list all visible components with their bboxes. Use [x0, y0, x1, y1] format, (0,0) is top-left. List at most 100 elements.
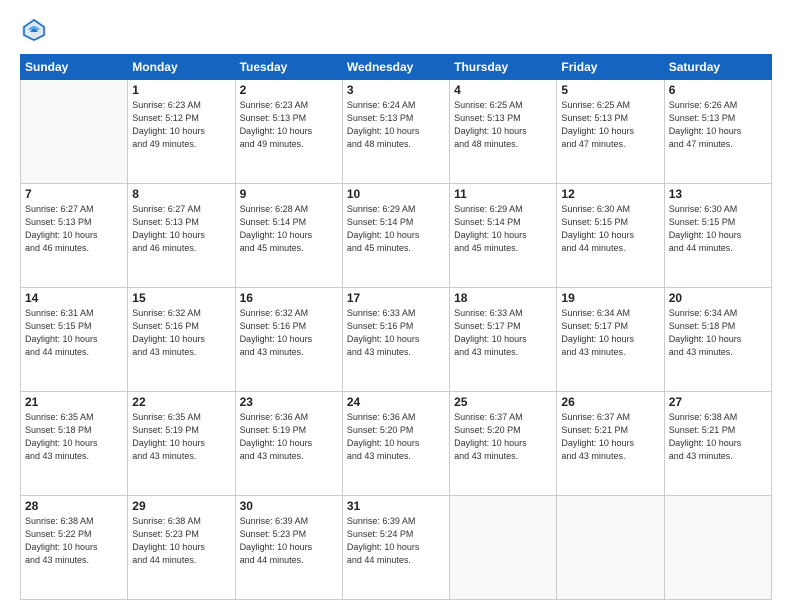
calendar-week-2: 7 Sunrise: 6:27 AM Sunset: 5:13 PM Daylig…	[21, 184, 772, 288]
calendar-cell: 18 Sunrise: 6:33 AM Sunset: 5:17 PM Dayli…	[450, 288, 557, 392]
day-number: 11	[454, 187, 552, 201]
day-number: 5	[561, 83, 659, 97]
calendar-cell: 22 Sunrise: 6:35 AM Sunset: 5:19 PM Dayli…	[128, 392, 235, 496]
day-number: 4	[454, 83, 552, 97]
day-info: Sunrise: 6:25 AM Sunset: 5:13 PM Dayligh…	[454, 99, 552, 151]
day-number: 8	[132, 187, 230, 201]
day-info: Sunrise: 6:29 AM Sunset: 5:14 PM Dayligh…	[347, 203, 445, 255]
day-number: 14	[25, 291, 123, 305]
day-info: Sunrise: 6:34 AM Sunset: 5:18 PM Dayligh…	[669, 307, 767, 359]
calendar-cell: 9 Sunrise: 6:28 AM Sunset: 5:14 PM Daylig…	[235, 184, 342, 288]
day-number: 7	[25, 187, 123, 201]
day-number: 18	[454, 291, 552, 305]
day-number: 25	[454, 395, 552, 409]
day-number: 26	[561, 395, 659, 409]
calendar-cell: 21 Sunrise: 6:35 AM Sunset: 5:18 PM Dayli…	[21, 392, 128, 496]
day-number: 22	[132, 395, 230, 409]
calendar-week-1: 1 Sunrise: 6:23 AM Sunset: 5:12 PM Daylig…	[21, 80, 772, 184]
day-info: Sunrise: 6:23 AM Sunset: 5:13 PM Dayligh…	[240, 99, 338, 151]
day-info: Sunrise: 6:38 AM Sunset: 5:21 PM Dayligh…	[669, 411, 767, 463]
weekday-header-row: SundayMondayTuesdayWednesdayThursdayFrid…	[21, 55, 772, 80]
calendar-cell: 26 Sunrise: 6:37 AM Sunset: 5:21 PM Dayli…	[557, 392, 664, 496]
calendar-cell	[21, 80, 128, 184]
day-number: 20	[669, 291, 767, 305]
weekday-header-tuesday: Tuesday	[235, 55, 342, 80]
day-number: 13	[669, 187, 767, 201]
weekday-header-saturday: Saturday	[664, 55, 771, 80]
day-info: Sunrise: 6:36 AM Sunset: 5:20 PM Dayligh…	[347, 411, 445, 463]
calendar-cell: 1 Sunrise: 6:23 AM Sunset: 5:12 PM Daylig…	[128, 80, 235, 184]
calendar-cell: 29 Sunrise: 6:38 AM Sunset: 5:23 PM Dayli…	[128, 496, 235, 600]
calendar-week-5: 28 Sunrise: 6:38 AM Sunset: 5:22 PM Dayli…	[21, 496, 772, 600]
day-info: Sunrise: 6:35 AM Sunset: 5:19 PM Dayligh…	[132, 411, 230, 463]
calendar-cell: 17Sunrise: 6:33 AM Sunset: 5:16 PM Dayli…	[342, 288, 449, 392]
calendar-cell: 24 Sunrise: 6:36 AM Sunset: 5:20 PM Dayli…	[342, 392, 449, 496]
day-info: Sunrise: 6:26 AM Sunset: 5:13 PM Dayligh…	[669, 99, 767, 151]
day-number: 24	[347, 395, 445, 409]
day-number: 28	[25, 499, 123, 513]
day-number: 10	[347, 187, 445, 201]
day-number: 6	[669, 83, 767, 97]
calendar-cell: 23Sunrise: 6:36 AM Sunset: 5:19 PM Dayli…	[235, 392, 342, 496]
calendar-cell: 8Sunrise: 6:27 AM Sunset: 5:13 PM Daylig…	[128, 184, 235, 288]
day-info: Sunrise: 6:23 AM Sunset: 5:12 PM Dayligh…	[132, 99, 230, 151]
day-info: Sunrise: 6:35 AM Sunset: 5:18 PM Dayligh…	[25, 411, 123, 463]
calendar-cell: 13Sunrise: 6:30 AM Sunset: 5:15 PM Dayli…	[664, 184, 771, 288]
day-number: 15	[132, 291, 230, 305]
calendar-cell: 4 Sunrise: 6:25 AM Sunset: 5:13 PM Daylig…	[450, 80, 557, 184]
day-number: 21	[25, 395, 123, 409]
weekday-header-wednesday: Wednesday	[342, 55, 449, 80]
calendar-cell: 31 Sunrise: 6:39 AM Sunset: 5:24 PM Dayli…	[342, 496, 449, 600]
day-info: Sunrise: 6:38 AM Sunset: 5:23 PM Dayligh…	[132, 515, 230, 567]
calendar-cell: 11 Sunrise: 6:29 AM Sunset: 5:14 PM Dayli…	[450, 184, 557, 288]
day-info: Sunrise: 6:29 AM Sunset: 5:14 PM Dayligh…	[454, 203, 552, 255]
day-info: Sunrise: 6:39 AM Sunset: 5:24 PM Dayligh…	[347, 515, 445, 567]
calendar-cell: 2Sunrise: 6:23 AM Sunset: 5:13 PM Daylig…	[235, 80, 342, 184]
day-number: 27	[669, 395, 767, 409]
day-number: 9	[240, 187, 338, 201]
day-number: 29	[132, 499, 230, 513]
calendar-cell: 28 Sunrise: 6:38 AM Sunset: 5:22 PM Dayli…	[21, 496, 128, 600]
day-info: Sunrise: 6:34 AM Sunset: 5:17 PM Dayligh…	[561, 307, 659, 359]
weekday-header-monday: Monday	[128, 55, 235, 80]
calendar-cell: 12Sunrise: 6:30 AM Sunset: 5:15 PM Dayli…	[557, 184, 664, 288]
day-info: Sunrise: 6:25 AM Sunset: 5:13 PM Dayligh…	[561, 99, 659, 151]
calendar-cell: 16 Sunrise: 6:32 AM Sunset: 5:16 PM Dayli…	[235, 288, 342, 392]
calendar-cell	[664, 496, 771, 600]
day-number: 17	[347, 291, 445, 305]
day-info: Sunrise: 6:28 AM Sunset: 5:14 PM Dayligh…	[240, 203, 338, 255]
day-info: Sunrise: 6:33 AM Sunset: 5:17 PM Dayligh…	[454, 307, 552, 359]
header	[20, 16, 772, 44]
day-info: Sunrise: 6:32 AM Sunset: 5:16 PM Dayligh…	[240, 307, 338, 359]
day-number: 23	[240, 395, 338, 409]
day-info: Sunrise: 6:27 AM Sunset: 5:13 PM Dayligh…	[25, 203, 123, 255]
logo-icon	[20, 16, 48, 44]
day-number: 16	[240, 291, 338, 305]
day-info: Sunrise: 6:31 AM Sunset: 5:15 PM Dayligh…	[25, 307, 123, 359]
weekday-header-thursday: Thursday	[450, 55, 557, 80]
day-number: 31	[347, 499, 445, 513]
day-number: 19	[561, 291, 659, 305]
calendar-cell: 25Sunrise: 6:37 AM Sunset: 5:20 PM Dayli…	[450, 392, 557, 496]
day-number: 30	[240, 499, 338, 513]
calendar-table: SundayMondayTuesdayWednesdayThursdayFrid…	[20, 54, 772, 600]
calendar-cell: 14 Sunrise: 6:31 AM Sunset: 5:15 PM Dayli…	[21, 288, 128, 392]
day-info: Sunrise: 6:37 AM Sunset: 5:21 PM Dayligh…	[561, 411, 659, 463]
calendar-cell: 3Sunrise: 6:24 AM Sunset: 5:13 PM Daylig…	[342, 80, 449, 184]
weekday-header-sunday: Sunday	[21, 55, 128, 80]
weekday-header-friday: Friday	[557, 55, 664, 80]
day-number: 1	[132, 83, 230, 97]
calendar-cell: 6 Sunrise: 6:26 AM Sunset: 5:13 PM Daylig…	[664, 80, 771, 184]
day-info: Sunrise: 6:39 AM Sunset: 5:23 PM Dayligh…	[240, 515, 338, 567]
calendar-cell: 19 Sunrise: 6:34 AM Sunset: 5:17 PM Dayli…	[557, 288, 664, 392]
day-info: Sunrise: 6:38 AM Sunset: 5:22 PM Dayligh…	[25, 515, 123, 567]
calendar-cell: 20 Sunrise: 6:34 AM Sunset: 5:18 PM Dayli…	[664, 288, 771, 392]
page: SundayMondayTuesdayWednesdayThursdayFrid…	[0, 0, 792, 612]
calendar-cell: 10 Sunrise: 6:29 AM Sunset: 5:14 PM Dayli…	[342, 184, 449, 288]
calendar-cell	[557, 496, 664, 600]
calendar-cell	[450, 496, 557, 600]
day-info: Sunrise: 6:24 AM Sunset: 5:13 PM Dayligh…	[347, 99, 445, 151]
calendar-cell: 27 Sunrise: 6:38 AM Sunset: 5:21 PM Dayli…	[664, 392, 771, 496]
calendar-cell: 30 Sunrise: 6:39 AM Sunset: 5:23 PM Dayli…	[235, 496, 342, 600]
calendar-week-3: 14 Sunrise: 6:31 AM Sunset: 5:15 PM Dayli…	[21, 288, 772, 392]
